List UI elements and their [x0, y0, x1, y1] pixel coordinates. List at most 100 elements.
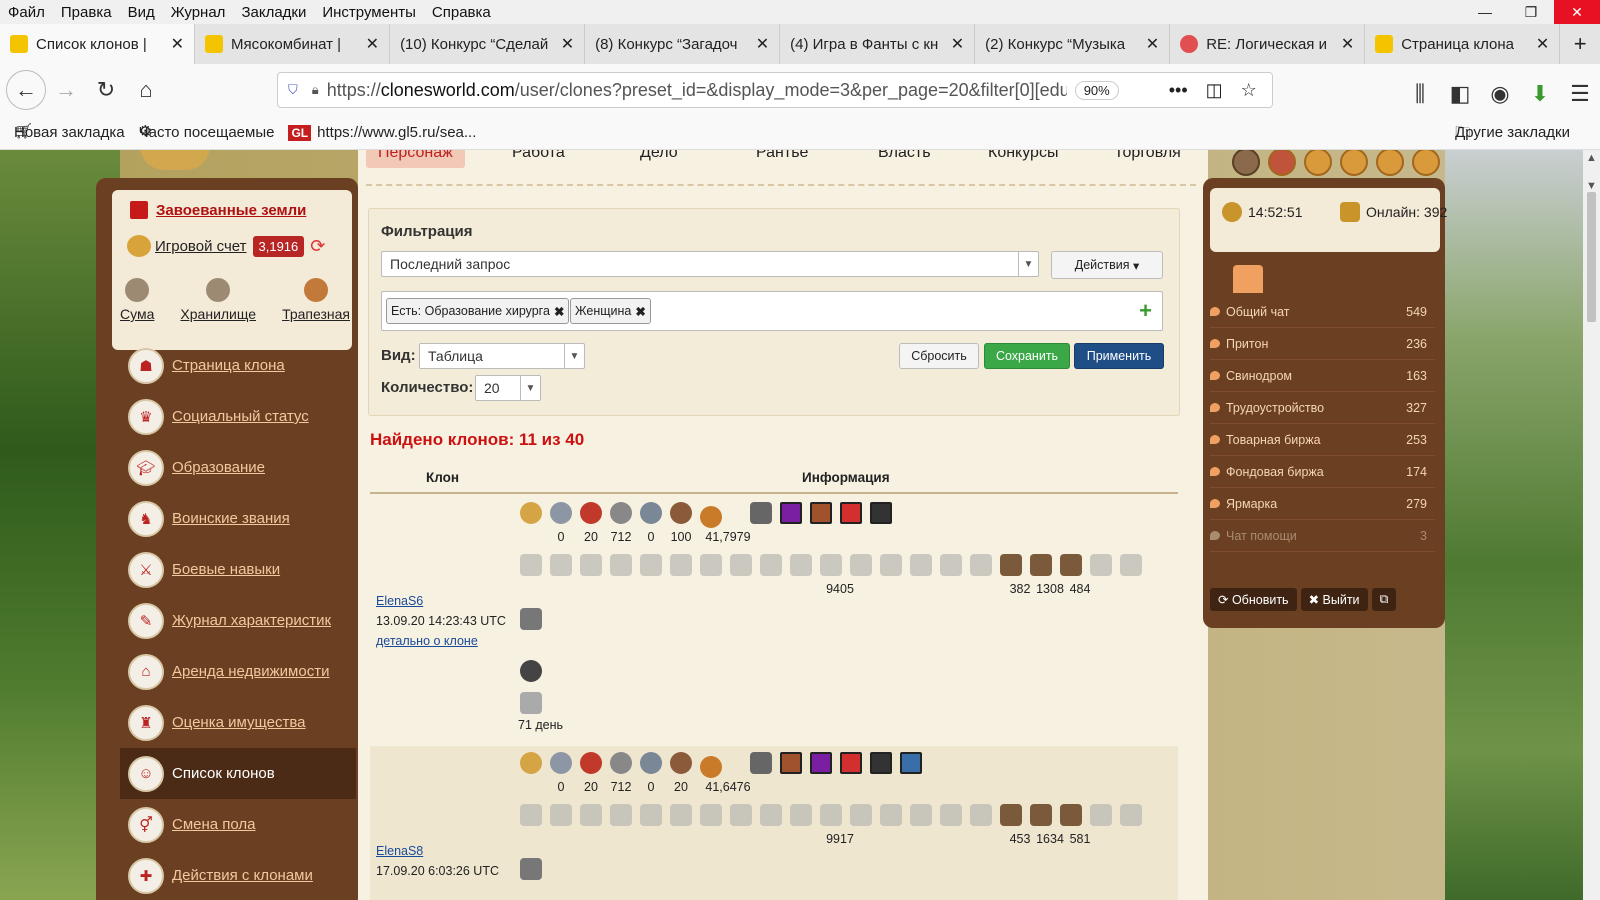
- topnav-power[interactable]: Власть: [878, 150, 931, 168]
- tab-fanty[interactable]: (4) Игра в Фанты с кн ✕: [780, 24, 976, 64]
- menu-edit[interactable]: Правка: [53, 4, 120, 21]
- bookmark-new[interactable]: 🛒︎ Новая закладка: [14, 123, 125, 142]
- url-bar[interactable]: ⛉ 🔒︎ https://clonesworld.com/user/clones…: [277, 72, 1273, 108]
- account-icon[interactable]: ◉: [1480, 74, 1520, 114]
- library-icon[interactable]: ⫼: [1400, 74, 1440, 114]
- close-tab-icon[interactable]: ✕: [951, 34, 964, 54]
- close-tab-icon[interactable]: ✕: [1536, 34, 1549, 54]
- menu-view[interactable]: Вид: [120, 4, 163, 21]
- nav-stats-journal[interactable]: ✎ Журнал характеристик: [120, 595, 356, 646]
- close-window-button[interactable]: ✕: [1554, 0, 1600, 24]
- minimize-button[interactable]: —: [1462, 0, 1508, 24]
- url-text[interactable]: https://clonesworld.com/user/clones?pres…: [327, 80, 1067, 101]
- close-tab-icon[interactable]: ✕: [1146, 34, 1159, 54]
- scroll-thumb[interactable]: [1587, 192, 1596, 322]
- chat-help[interactable]: Чат помощи 3: [1210, 520, 1435, 552]
- bookmark-gl5[interactable]: GL https://www.gl5.ru/sea...: [288, 124, 476, 141]
- bag-link[interactable]: Сума: [120, 278, 154, 322]
- apply-button[interactable]: Применить: [1074, 343, 1164, 369]
- topnav-character[interactable]: Персонаж: [366, 150, 465, 168]
- clone-name-link[interactable]: ElenaS6: [376, 594, 423, 608]
- download-icon[interactable]: ⬇: [1520, 74, 1560, 114]
- conquered-lands-link[interactable]: Завоеванные земли: [130, 201, 306, 219]
- topnav-work[interactable]: Работа: [512, 150, 565, 168]
- view-select[interactable]: Таблица ▼: [419, 343, 585, 369]
- tab-contest-2[interactable]: (8) Конкурс “Загадоч ✕: [585, 24, 781, 64]
- count-select[interactable]: 20 ▼: [475, 375, 541, 401]
- sidebar-icon[interactable]: ◧: [1440, 74, 1480, 114]
- menu-history[interactable]: Журнал: [163, 4, 234, 21]
- menu-help[interactable]: Справка: [424, 4, 499, 21]
- tab-contest-1[interactable]: (10) Конкурс “Сделай ✕: [390, 24, 586, 64]
- close-tab-icon[interactable]: ✕: [1341, 34, 1354, 54]
- remove-tag-icon[interactable]: ✖: [554, 304, 564, 319]
- close-tab-icon[interactable]: ✕: [561, 34, 574, 54]
- clone-name-link[interactable]: ElenaS8: [376, 844, 423, 858]
- chat-stock[interactable]: Фондовая биржа 174: [1210, 456, 1435, 488]
- nav-property-valuation[interactable]: ♜ Оценка имущества: [120, 697, 356, 748]
- menu-tools[interactable]: Инструменты: [314, 4, 424, 21]
- chat-jobs[interactable]: Трудоустройство 327: [1210, 392, 1435, 424]
- page-scrollbar[interactable]: ▲ ▼: [1583, 150, 1600, 900]
- refresh-chat-button[interactable]: ⟳ Обновить: [1210, 588, 1297, 611]
- refresh-icon[interactable]: ⟳: [310, 236, 325, 257]
- chat-commodity[interactable]: Товарная биржа 253: [1210, 424, 1435, 456]
- add-filter-icon[interactable]: +: [1139, 298, 1152, 324]
- shield-icon[interactable]: ⛉: [288, 82, 298, 98]
- back-arrow-icon[interactable]: ←: [6, 70, 46, 110]
- actions-dropdown[interactable]: Действия ▾: [1051, 251, 1163, 279]
- bookmark-frequent[interactable]: ⚙ Часто посещаемые: [139, 123, 275, 142]
- lock-icon[interactable]: 🔒︎: [312, 82, 319, 98]
- maximize-button[interactable]: ❐: [1508, 0, 1554, 24]
- home-icon[interactable]: ⌂: [126, 70, 166, 110]
- pocket-icon[interactable]: ◫: [1206, 80, 1223, 101]
- storage-link[interactable]: Хранилище: [180, 278, 256, 322]
- save-button[interactable]: Сохранить: [984, 343, 1070, 369]
- topnav-business[interactable]: Дело: [640, 150, 678, 168]
- nav-clone-list[interactable]: ☺ Список клонов: [120, 748, 356, 799]
- medal-icon[interactable]: [1340, 150, 1368, 176]
- chat-general[interactable]: Общий чат 549: [1210, 296, 1435, 328]
- close-tab-icon[interactable]: ✕: [366, 34, 379, 54]
- topnav-contests[interactable]: Конкурсы: [988, 150, 1058, 168]
- nav-gender-change[interactable]: ⚥ Смена пола: [120, 799, 356, 850]
- zoom-badge[interactable]: 90%: [1074, 80, 1119, 100]
- scroll-up-icon[interactable]: ▲: [1586, 152, 1597, 164]
- bookmark-other[interactable]: 🗀 Другие закладки: [1455, 124, 1570, 142]
- reload-icon[interactable]: ↻: [86, 70, 126, 110]
- map-icon[interactable]: [1268, 150, 1296, 176]
- tab-clone-page[interactable]: Страница клона ✕: [1365, 24, 1561, 64]
- topnav-trade[interactable]: Торговля: [1114, 150, 1181, 168]
- tab-clone-list[interactable]: Список клонов | ✕: [0, 24, 196, 64]
- settings-icon[interactable]: [1232, 150, 1260, 176]
- nav-combat-skills[interactable]: ⚔ Боевые навыки: [120, 544, 356, 595]
- dining-link[interactable]: Трапезная: [282, 278, 350, 322]
- clone-details-link[interactable]: детально о клоне: [376, 634, 478, 648]
- close-tab-icon[interactable]: ✕: [756, 34, 769, 54]
- new-tab-button[interactable]: +: [1560, 24, 1600, 64]
- tab-music-contest[interactable]: (2) Конкурс “Музыка ✕: [975, 24, 1171, 64]
- nav-clone-actions[interactable]: ✚ Действия с клонами: [120, 850, 356, 900]
- chat-den[interactable]: Притон 236: [1210, 328, 1435, 360]
- reset-button[interactable]: Сбросить: [899, 343, 979, 369]
- saved-query-select[interactable]: Последний запрос ▼: [381, 251, 1039, 277]
- chat-pigrace[interactable]: Свинодром 163: [1210, 360, 1435, 392]
- topnav-rentier[interactable]: Рантье: [756, 150, 808, 168]
- hamburger-menu-icon[interactable]: ☰: [1560, 74, 1600, 114]
- nav-clone-page[interactable]: ☗ Страница клона: [120, 340, 356, 391]
- medal-icon[interactable]: [1376, 150, 1404, 176]
- more-icon[interactable]: •••: [1169, 80, 1188, 101]
- nav-social-status[interactable]: ♛ Социальный статус: [120, 391, 356, 442]
- nav-education[interactable]: 🎓︎ Образование: [120, 442, 356, 493]
- chat-fair[interactable]: Ярмарка 279: [1210, 488, 1435, 520]
- tab-logic[interactable]: RE: Логическая и ✕: [1170, 24, 1366, 64]
- remove-tag-icon[interactable]: ✖: [635, 304, 645, 319]
- external-link-icon[interactable]: ⧉: [1371, 588, 1397, 611]
- nav-military-ranks[interactable]: ♞ Воинские звания: [120, 493, 356, 544]
- nav-real-estate[interactable]: ⌂ Аренда недвижимости: [120, 646, 356, 697]
- star-icon[interactable]: ☆: [1241, 80, 1257, 101]
- menu-file[interactable]: Файл: [0, 4, 53, 21]
- medal-icon[interactable]: [1412, 150, 1440, 176]
- scroll-down-icon[interactable]: ▼: [1586, 180, 1597, 192]
- menu-bookmarks[interactable]: Закладки: [233, 4, 314, 21]
